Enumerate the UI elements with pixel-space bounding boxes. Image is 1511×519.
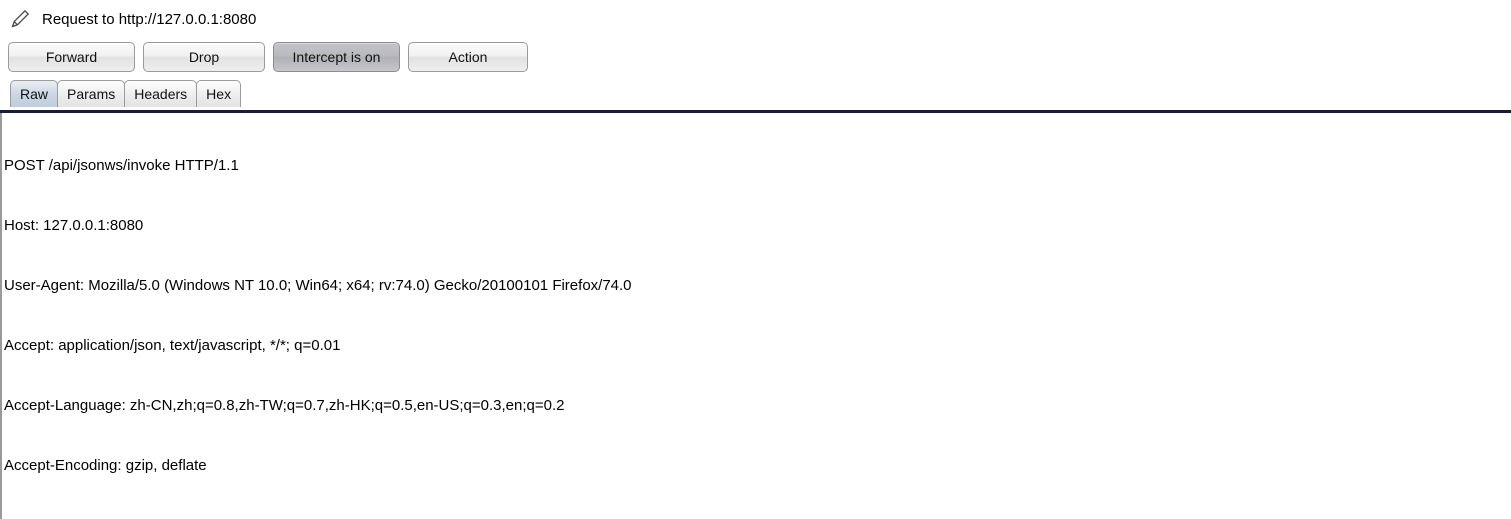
forward-button[interactable]: Forward: [8, 42, 135, 72]
raw-request-editor[interactable]: POST /api/jsonws/invoke HTTP/1.1 Host: 1…: [0, 110, 1511, 519]
pencil-icon: [11, 9, 30, 28]
request-text[interactable]: POST /api/jsonws/invoke HTTP/1.1 Host: 1…: [0, 119, 1511, 519]
header-content-type: Content-Type: application/x-www-form-url…: [4, 513, 1511, 519]
tab-params[interactable]: Params: [57, 80, 126, 107]
tab-hex[interactable]: Hex: [196, 80, 242, 107]
window-title-bar: Request to http://127.0.0.1:8080: [0, 0, 1511, 38]
intercept-toggle-button[interactable]: Intercept is on: [273, 42, 400, 72]
intercept-toolbar: Forward Drop Intercept is on Action: [0, 38, 1511, 76]
editor-left-margin: [0, 113, 2, 519]
header-accept: Accept: application/json, text/javascrip…: [4, 337, 341, 354]
drop-button[interactable]: Drop: [143, 42, 265, 72]
request-line: POST /api/jsonws/invoke HTTP/1.1: [4, 157, 239, 174]
tab-raw[interactable]: Raw: [10, 80, 59, 107]
action-button[interactable]: Action: [408, 42, 528, 72]
request-title: Request to http://127.0.0.1:8080: [42, 10, 257, 28]
header-user-agent: User-Agent: Mozilla/5.0 (Windows NT 10.0…: [4, 277, 632, 294]
header-accept-encoding: Accept-Encoding: gzip, deflate: [4, 457, 207, 474]
header-host: Host: 127.0.0.1:8080: [4, 217, 144, 234]
message-view-tabs: Raw Params Headers Hex: [0, 76, 1511, 107]
header-accept-language: Accept-Language: zh-CN,zh;q=0.8,zh-TW;q=…: [4, 397, 565, 414]
tab-headers[interactable]: Headers: [124, 80, 198, 107]
